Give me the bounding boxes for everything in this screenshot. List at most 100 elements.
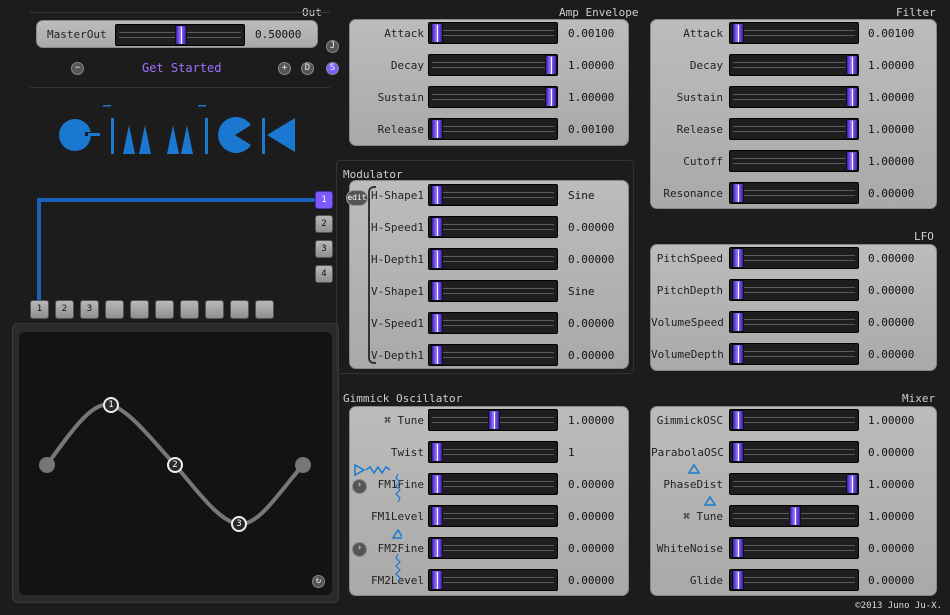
slider-thumb[interactable] xyxy=(431,119,443,139)
lfo-row-slider[interactable] xyxy=(729,247,859,269)
modulator-row-slider[interactable] xyxy=(428,312,558,334)
step-button-3[interactable]: 3 xyxy=(80,300,99,319)
mixer-row-slider[interactable] xyxy=(729,441,859,463)
filter-row-slider[interactable] xyxy=(729,86,859,108)
filter-row-slider[interactable] xyxy=(729,118,859,140)
wave-display[interactable]: 1 2 3 ↻ xyxy=(19,332,332,595)
modulator-row-slider[interactable] xyxy=(428,280,558,302)
slider-thumb[interactable] xyxy=(732,344,744,364)
filter-row-value: 1.00000 xyxy=(868,59,915,72)
modulator-row-slider[interactable] xyxy=(428,248,558,270)
slider-thumb[interactable] xyxy=(431,474,443,494)
slider-thumb[interactable] xyxy=(846,87,858,107)
gimmick-row-slider[interactable] xyxy=(428,441,558,463)
amp-row-slider[interactable] xyxy=(428,22,558,44)
gimmick-row-slider[interactable] xyxy=(428,473,558,495)
wave-node-1[interactable]: 1 xyxy=(103,397,119,413)
edit-button[interactable]: edit xyxy=(346,190,368,206)
slider-thumb[interactable] xyxy=(732,442,744,462)
slider-thumb[interactable] xyxy=(846,151,858,171)
amp-row-slider[interactable] xyxy=(428,118,558,140)
modulator-row-slider[interactable] xyxy=(428,344,558,366)
reset-icon[interactable]: ↻ xyxy=(312,575,325,588)
j-button[interactable]: J xyxy=(326,40,339,53)
slider-thumb[interactable] xyxy=(431,23,443,43)
gimmick-row-slider[interactable] xyxy=(428,537,558,559)
mixer-row-slider[interactable] xyxy=(729,473,859,495)
slider-thumb[interactable] xyxy=(732,183,744,203)
slider-thumb[interactable] xyxy=(431,313,443,333)
step-button-5[interactable] xyxy=(130,300,149,319)
step-button-9[interactable] xyxy=(230,300,249,319)
slider-thumb[interactable] xyxy=(488,410,500,430)
amp-row: Release 0.00100 xyxy=(350,115,628,147)
step-button-4[interactable] xyxy=(105,300,124,319)
modulator-row: V-Shape1 Sine xyxy=(350,277,628,309)
slider-thumb[interactable] xyxy=(846,119,858,139)
minus-button[interactable]: − xyxy=(71,62,84,75)
wave-node-2[interactable]: 2 xyxy=(167,457,183,473)
slider-thumb[interactable] xyxy=(431,442,443,462)
modulator-panel: H-Shape1 Sine H-Speed1 0.00000 H-Depth1 0.000… xyxy=(349,180,629,369)
lfo-row-slider[interactable] xyxy=(729,279,859,301)
step-button-8[interactable] xyxy=(205,300,224,319)
slider-track xyxy=(432,352,554,358)
slider-thumb[interactable] xyxy=(732,248,744,268)
mod-slot-4[interactable]: 4 xyxy=(315,265,333,283)
slider-thumb[interactable] xyxy=(431,217,443,237)
mod-slot-2[interactable]: 2 xyxy=(315,215,333,233)
fm2-expand-icon[interactable]: › xyxy=(352,542,367,557)
gimmick-row-slider[interactable] xyxy=(428,505,558,527)
slider-thumb[interactable] xyxy=(732,410,744,430)
filter-row-slider[interactable] xyxy=(729,150,859,172)
slider-thumb[interactable] xyxy=(431,249,443,269)
slider-thumb[interactable] xyxy=(431,570,443,590)
lfo-row-slider[interactable] xyxy=(729,311,859,333)
filter-row-label: Resonance xyxy=(663,187,723,200)
slider-thumb[interactable] xyxy=(732,538,744,558)
mixer-row-slider[interactable] xyxy=(729,505,859,527)
slider-thumb[interactable] xyxy=(431,506,443,526)
fm1-expand-icon[interactable]: › xyxy=(352,479,367,494)
step-button-1[interactable]: 1 xyxy=(30,300,49,319)
slider-thumb[interactable] xyxy=(732,312,744,332)
slider-thumb[interactable] xyxy=(431,538,443,558)
slider-thumb[interactable] xyxy=(732,280,744,300)
slider-thumb[interactable] xyxy=(431,185,443,205)
gimmick-row-slider[interactable] xyxy=(428,569,558,591)
amp-row-slider[interactable] xyxy=(428,86,558,108)
s-button[interactable]: S xyxy=(326,62,339,75)
filter-row-slider[interactable] xyxy=(729,54,859,76)
step-button-10[interactable] xyxy=(255,300,274,319)
slider-thumb[interactable] xyxy=(545,87,557,107)
modulator-row-slider[interactable] xyxy=(428,184,558,206)
slider-thumb[interactable] xyxy=(846,474,858,494)
filter-row-slider[interactable] xyxy=(729,182,859,204)
gimmick-row-slider[interactable] xyxy=(428,409,558,431)
slider-thumb[interactable] xyxy=(431,281,443,301)
slider-thumb[interactable] xyxy=(846,55,858,75)
master-out-slider[interactable] xyxy=(115,24,245,46)
mod-slot-1[interactable]: 1 xyxy=(315,191,333,209)
plus-button[interactable]: + xyxy=(278,62,291,75)
slider-thumb[interactable] xyxy=(732,570,744,590)
mixer-row-slider[interactable] xyxy=(729,569,859,591)
modulator-row-slider[interactable] xyxy=(428,216,558,238)
mod-slot-3[interactable]: 3 xyxy=(315,240,333,258)
slider-thumb[interactable] xyxy=(732,23,744,43)
slider-thumb[interactable] xyxy=(789,506,801,526)
amp-row-slider[interactable] xyxy=(428,54,558,76)
lfo-row-slider[interactable] xyxy=(729,343,859,365)
step-button-6[interactable] xyxy=(155,300,174,319)
step-button-7[interactable] xyxy=(180,300,199,319)
slider-thumb[interactable] xyxy=(431,345,443,365)
d-button[interactable]: D xyxy=(301,62,314,75)
slider-thumb[interactable] xyxy=(545,55,557,75)
step-button-2[interactable]: 2 xyxy=(55,300,74,319)
slider-thumb[interactable] xyxy=(175,25,187,45)
get-started-link[interactable]: Get Started xyxy=(142,61,221,75)
wave-node-3[interactable]: 3 xyxy=(231,516,247,532)
filter-row-slider[interactable] xyxy=(729,22,859,44)
mixer-row-slider[interactable] xyxy=(729,537,859,559)
mixer-row-slider[interactable] xyxy=(729,409,859,431)
